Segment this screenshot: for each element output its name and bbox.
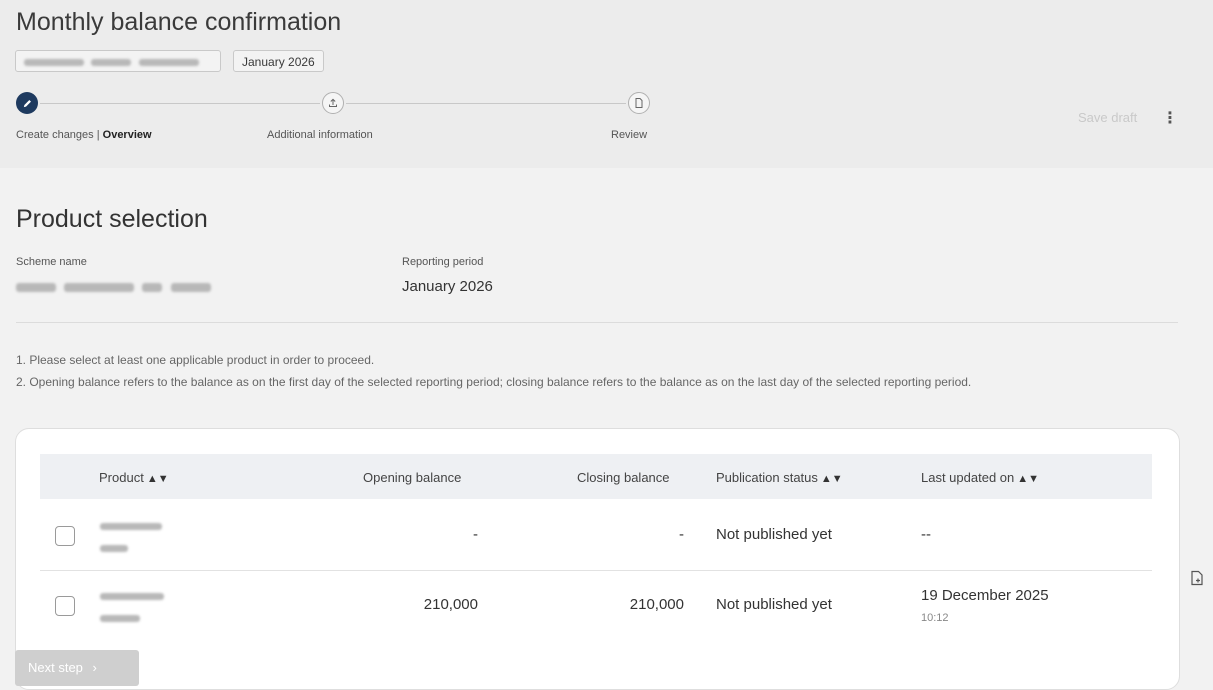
last-updated-cell: 19 December 2025 bbox=[921, 587, 1049, 604]
opening-balance-cell: - bbox=[473, 526, 478, 543]
step-label-create-changes: Create changes | Overview bbox=[16, 129, 152, 141]
document-add-icon[interactable] bbox=[1190, 570, 1204, 591]
publication-status-cell: Not published yet bbox=[716, 526, 832, 543]
chevron-right-icon: › bbox=[92, 660, 97, 675]
reporting-period-value: January 2026 bbox=[402, 278, 493, 295]
pencil-icon bbox=[23, 99, 31, 107]
sort-icon[interactable]: ▲▼ bbox=[821, 473, 843, 485]
closing-balance-cell: 210,000 bbox=[629, 596, 684, 613]
column-header-closing-balance: Closing balance bbox=[577, 470, 670, 485]
product-name-redacted bbox=[100, 588, 164, 624]
opening-balance-cell: 210,000 bbox=[423, 596, 478, 613]
save-draft-button[interactable]: Save draft bbox=[1078, 110, 1137, 125]
last-updated-time: 10:12 bbox=[921, 612, 949, 624]
page-header: Monthly balance confirmation January 202… bbox=[0, 0, 1213, 168]
period-chip: January 2026 bbox=[233, 50, 324, 72]
reporting-period-label: Reporting period bbox=[402, 256, 484, 268]
publication-status-cell: Not published yet bbox=[716, 596, 832, 613]
column-header-last-updated[interactable]: Last updated on ▲▼ bbox=[921, 470, 1039, 485]
document-icon bbox=[635, 98, 643, 108]
scheme-name-label: Scheme name bbox=[16, 256, 87, 268]
product-name-redacted bbox=[100, 518, 162, 554]
scheme-chip bbox=[15, 50, 221, 72]
stepper-connector bbox=[346, 103, 626, 104]
step-label-review: Review bbox=[611, 129, 648, 141]
last-updated-cell: -- bbox=[921, 526, 931, 543]
stepper-connector bbox=[40, 103, 320, 104]
note-2: 2. Opening balance refers to the balance… bbox=[16, 375, 972, 389]
column-header-product[interactable]: Product ▲▼ bbox=[99, 470, 169, 485]
row-separator bbox=[40, 570, 1152, 571]
upload-icon bbox=[329, 98, 337, 107]
sort-icon[interactable]: ▲▼ bbox=[147, 473, 169, 485]
kebab-menu-icon[interactable]: ⋮ bbox=[1162, 108, 1178, 128]
scheme-name-value bbox=[16, 278, 211, 295]
next-step-button[interactable]: Next step › bbox=[15, 650, 139, 686]
page-title: Monthly balance confirmation bbox=[16, 8, 342, 36]
section-title: Product selection bbox=[16, 205, 208, 233]
row-checkbox[interactable] bbox=[55, 596, 75, 616]
step-review[interactable] bbox=[628, 92, 650, 114]
row-checkbox[interactable] bbox=[55, 526, 75, 546]
column-header-opening-balance: Opening balance bbox=[363, 470, 462, 485]
divider bbox=[16, 322, 1178, 323]
column-header-publication-status[interactable]: Publication status ▲▼ bbox=[716, 470, 843, 485]
note-1: 1. Please select at least one applicable… bbox=[16, 353, 375, 367]
step-label-additional-information: Additional information bbox=[267, 129, 373, 141]
step-additional-information[interactable] bbox=[322, 92, 344, 114]
sort-icon[interactable]: ▲▼ bbox=[1017, 473, 1039, 485]
step-create-changes[interactable] bbox=[16, 92, 38, 114]
closing-balance-cell: - bbox=[679, 526, 684, 543]
